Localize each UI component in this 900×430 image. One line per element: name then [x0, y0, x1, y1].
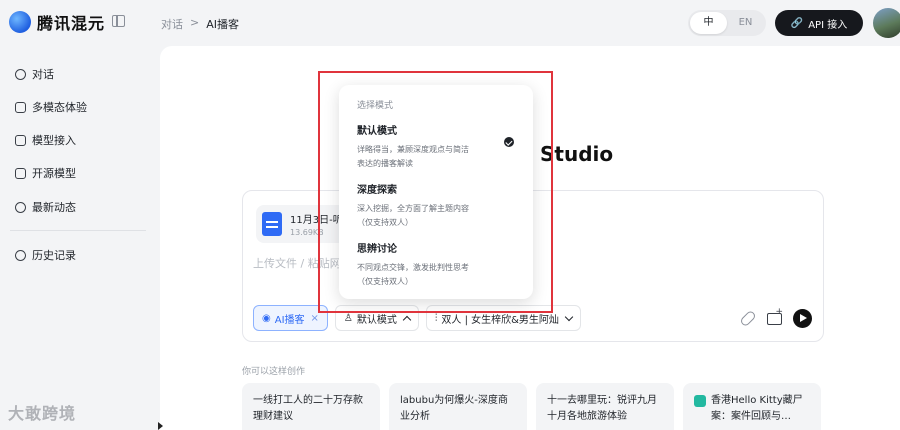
close-icon[interactable]: × — [311, 313, 319, 324]
language-en-option[interactable]: EN — [727, 12, 764, 34]
chevron-down-icon — [564, 312, 574, 321]
image-icon — [15, 101, 26, 113]
mode-option-debate[interactable]: 思辨讨论 不同观点交锋，激发批判性思考 （仅支持双人） — [357, 240, 517, 289]
mode-option-title: 深度探索 — [357, 185, 397, 196]
sidebar-item-label: 对话 — [32, 68, 54, 81]
chat-icon — [15, 68, 26, 80]
mode-icon: ♙ — [343, 312, 353, 324]
sidebar-divider — [10, 230, 146, 231]
file-size: 13.69KB — [290, 228, 324, 237]
mode-dropdown: 选择模式 默认模式 详略得当，兼顾深度观点与简洁 表达的播客解读 深度探索 深入挖… — [339, 85, 533, 299]
suggestion-card[interactable]: 香港Hello Kitty藏尸 案：案件回顾与… — [683, 383, 821, 430]
mode-option-title: 思辨讨论 — [357, 244, 397, 255]
file-name: 11月3日-听 — [290, 215, 343, 226]
sparkle-icon — [15, 201, 26, 213]
sidebar-item-news[interactable]: 最新动态 — [15, 199, 76, 215]
breadcrumb: 对话 > AI播客 — [161, 16, 239, 32]
suggestion-text: 香港Hello Kitty藏尸 — [711, 395, 803, 406]
app-name: 腾讯混元 — [37, 14, 106, 33]
sidebar-item-multimodal[interactable]: 多模态体验 — [15, 99, 87, 115]
mode-option-default[interactable]: 默认模式 详略得当，兼顾深度观点与简洁 表达的播客解读 — [357, 122, 517, 171]
suggestion-text: 理财建议 — [253, 411, 293, 422]
api-access-label: API 接入 — [808, 19, 848, 31]
breadcrumb-current: AI播客 — [206, 18, 239, 31]
suggestion-text: 十月各地旅游体验 — [547, 411, 627, 422]
puzzle-icon — [15, 134, 26, 146]
language-switch: 中 EN — [688, 10, 766, 36]
checkmark-icon — [504, 137, 514, 147]
sidebar-item-label: 最新动态 — [32, 201, 76, 214]
hunyuan-logo-icon — [9, 11, 31, 33]
sidebar-item-label: 开源模型 — [32, 167, 76, 180]
suggestion-text: 一线打工人的二十万存款 — [253, 395, 363, 406]
sidebar-toggle-icon[interactable] — [112, 15, 125, 27]
suggestion-card[interactable]: 一线打工人的二十万存款 理财建议 — [242, 383, 380, 430]
watermark: 大敢跨境 — [8, 404, 77, 423]
ai-podcast-chip[interactable]: ◉ AI播客 × — [253, 305, 328, 331]
sidebar-item-chat[interactable]: 对话 — [15, 66, 54, 82]
send-button[interactable] — [793, 309, 812, 328]
suggestion-text: 十一去哪里玩：锐评九月 — [547, 395, 657, 406]
suggestion-card[interactable]: 十一去哪里玩：锐评九月 十月各地旅游体验 — [536, 383, 674, 430]
voice-select-label: 双人 | 女生梓欣&男生阿灿 — [441, 314, 559, 326]
add-folder-icon[interactable] — [767, 307, 783, 325]
user-avatar[interactable] — [873, 8, 900, 38]
app-logo[interactable]: 腾讯混元 — [9, 10, 105, 34]
card-badge-icon — [694, 395, 706, 407]
mode-option-desc: 不同观点交锋，激发批判性思考 （仅支持双人） — [357, 263, 469, 286]
breadcrumb-parent[interactable]: 对话 — [161, 16, 183, 32]
mode-option-desc: 详略得当，兼顾深度观点与简洁 表达的播客解读 — [357, 145, 469, 168]
document-icon — [262, 212, 282, 236]
shield-icon — [15, 167, 26, 179]
waveform-icon: ⫶ — [434, 312, 438, 324]
ai-podcast-label: AI播客 — [274, 314, 305, 326]
top-bar: 腾讯混元 对话 > AI播客 中 EN 🔗 API 接入 — [0, 0, 900, 46]
page-title: Studio — [540, 142, 614, 166]
mode-select-button[interactable]: ♙ 默认模式 — [334, 305, 419, 331]
sidebar-item-history[interactable]: 历史记录 — [15, 247, 76, 263]
suggestion-text: 案：案件回顾与… — [711, 411, 791, 422]
mode-option-title: 默认模式 — [357, 126, 397, 137]
suggestions-label: 你可以这样创作 — [242, 367, 306, 377]
composer-toolbar: ◉ AI播客 × ♙ 默认模式 ⫶ 双人 | 女生梓欣&男生阿灿 — [253, 305, 581, 331]
mouse-cursor-icon — [158, 422, 163, 430]
history-icon — [15, 249, 26, 261]
sidebar: 对话 多模态体验 模型接入 开源模型 最新动态 历史记录 大敢跨境 — [0, 46, 160, 430]
api-access-button[interactable]: 🔗 API 接入 — [775, 10, 863, 36]
sidebar-item-label: 多模态体验 — [32, 101, 87, 114]
sidebar-item-label: 历史记录 — [32, 249, 76, 262]
mode-select-label: 默认模式 — [356, 314, 397, 326]
language-zh-option[interactable]: 中 — [690, 12, 727, 34]
sidebar-item-model-access[interactable]: 模型接入 — [15, 132, 76, 148]
composer: 11月3日-听 13.69KB 上传文件 / 粘贴网 ◉ AI播客 × ♙ 默认… — [242, 190, 824, 342]
sidebar-item-label: 模型接入 — [32, 134, 76, 147]
suggestion-text: labubu为何爆火-深度商 — [400, 395, 508, 406]
composer-actions — [739, 307, 812, 328]
mode-option-desc: 深入挖掘，全方面了解主题内容 （仅支持双人） — [357, 204, 469, 227]
prompt-input[interactable]: 上传文件 / 粘贴网 — [253, 255, 341, 271]
chevron-up-icon — [402, 315, 412, 324]
attach-link-icon[interactable] — [739, 309, 757, 328]
breadcrumb-separator: > — [190, 16, 200, 29]
suggestion-card[interactable]: labubu为何爆火-深度商 业分析 — [389, 383, 527, 430]
suggestion-text: 业分析 — [400, 411, 430, 422]
podcast-icon: ◉ — [262, 312, 271, 324]
link-icon: 🔗 — [790, 17, 804, 29]
suggestion-cards: 一线打工人的二十万存款 理财建议 labubu为何爆火-深度商 业分析 十一去哪里玩… — [242, 383, 821, 430]
mode-option-deep-explore[interactable]: 深度探索 深入挖掘，全方面了解主题内容 （仅支持双人） — [357, 181, 517, 230]
sidebar-item-open-source[interactable]: 开源模型 — [15, 165, 76, 181]
voice-select-button[interactable]: ⫶ 双人 | 女生梓欣&男生阿灿 — [425, 305, 581, 331]
dropdown-title: 选择模式 — [357, 101, 394, 111]
